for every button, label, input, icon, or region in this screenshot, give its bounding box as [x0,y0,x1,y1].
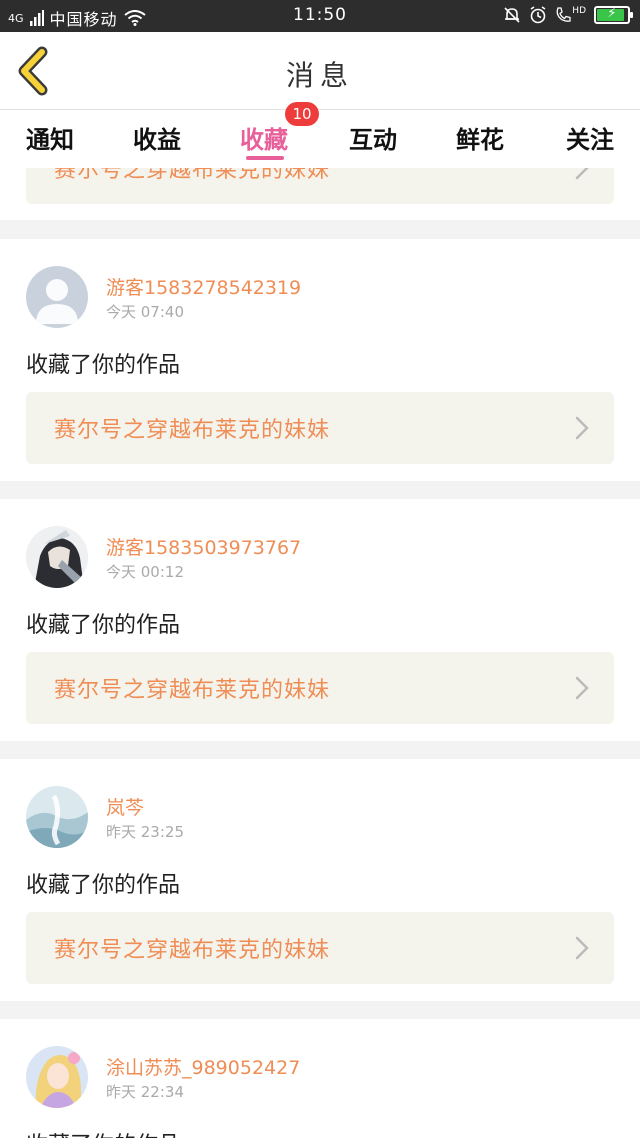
list-item: 涂山苏苏_989052427 昨天 22:34 收藏了你的作品 [0,1019,640,1138]
work-title: 赛尔号之穿越布莱克的妹妹 [54,938,331,963]
username[interactable]: 游客1583278542319 [106,273,301,300]
timestamp: 今天 07:40 [106,303,184,321]
avatar[interactable] [26,786,88,848]
avatar[interactable] [26,526,88,588]
work-title: 赛尔号之穿越布莱克的妹妹 [54,678,331,703]
page-title: 消息 [285,59,354,92]
timestamp: 昨天 22:34 [106,1083,184,1101]
message-list: 赛尔号之穿越布莱克的妹妹 游客1583278542319 今天 07:40 收藏… [0,168,640,1138]
chevron-right-icon [575,416,589,440]
alarm-clock-icon [530,6,546,24]
hd-call-indicator: HD [555,6,586,24]
tab-earnings[interactable]: 收益 [133,120,181,155]
username[interactable]: 涂山苏苏_989052427 [106,1053,300,1080]
tab-flowers[interactable]: 鲜花 [456,120,504,155]
work-title: 赛尔号之穿越布莱克的妹妹 [54,418,331,443]
action-text: 收藏了你的作品 [26,873,181,898]
list-item: 赛尔号之穿越布莱克的妹妹 [0,168,640,220]
tab-bar: 通知 收益 收藏 互动 鲜花 关注 10 [0,102,640,168]
action-text: 收藏了你的作品 [26,613,181,638]
timestamp: 昨天 23:25 [106,823,184,841]
work-link[interactable]: 赛尔号之穿越布莱克的妹妹 [26,652,614,724]
avatar[interactable] [26,1046,88,1108]
work-link[interactable]: 赛尔号之穿越布莱克的妹妹 [26,392,614,464]
battery-icon: ⚡ [594,6,633,24]
status-bar: 4G 中国移动 11:50 HD ⚡ [0,0,640,32]
active-tab-indicator [246,156,284,160]
tab-interactions[interactable]: 互动 [349,120,397,155]
anime-character-avatar-icon [26,526,88,588]
timestamp: 今天 00:12 [106,563,184,581]
anime-girl-avatar-icon [26,1046,88,1108]
chevron-right-icon [575,936,589,960]
unread-badge: 10 [285,102,319,126]
chevron-right-icon [575,168,589,180]
mute-bell-icon [504,7,520,23]
username[interactable]: 岚芩 [106,793,144,820]
charging-bolt-icon: ⚡ [607,6,617,21]
list-item: 游客1583278542319 今天 07:40 收藏了你的作品 赛尔号之穿越布… [0,239,640,481]
avatar[interactable] [26,266,88,328]
header: 消息 [0,32,640,110]
landscape-avatar-icon [26,786,88,848]
tab-notifications[interactable]: 通知 [26,120,74,155]
default-person-avatar-icon [36,279,78,324]
list-item: 岚芩 昨天 23:25 收藏了你的作品 赛尔号之穿越布莱克的妹妹 [0,759,640,1001]
chevron-right-icon [575,676,589,700]
tab-favorites[interactable]: 收藏 [240,120,288,155]
list-item: 游客1583503973767 今天 00:12 收藏了你的作品 赛尔号之穿越布… [0,499,640,741]
hd-label: HD [572,6,586,16]
work-link[interactable]: 赛尔号之穿越布莱克的妹妹 [26,912,614,984]
work-link[interactable]: 赛尔号之穿越布莱克的妹妹 [26,168,614,204]
phone-icon [556,7,571,22]
username[interactable]: 游客1583503973767 [106,533,301,560]
tab-follows[interactable]: 关注 [566,120,614,155]
work-title: 赛尔号之穿越布莱克的妹妹 [54,168,331,183]
action-text: 收藏了你的作品 [26,353,181,378]
action-text: 收藏了你的作品 [26,1127,180,1138]
